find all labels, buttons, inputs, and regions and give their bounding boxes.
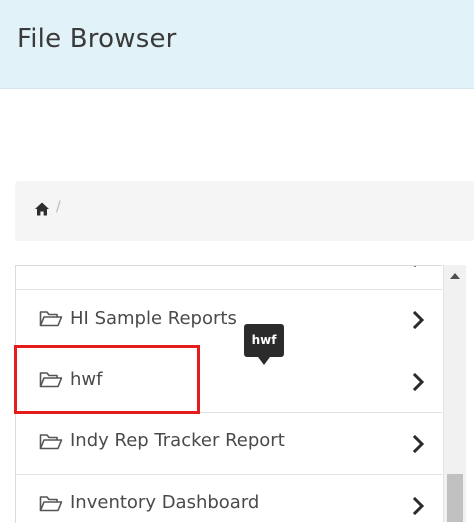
page-header: File Browser bbox=[0, 0, 474, 89]
arrow-up-icon bbox=[450, 272, 460, 279]
list-item[interactable]: Inventory Dashboard bbox=[16, 475, 442, 523]
list-item[interactable] bbox=[16, 266, 442, 290]
home-icon[interactable] bbox=[34, 201, 50, 217]
highlight-box bbox=[14, 345, 200, 414]
chevron-right-icon bbox=[412, 373, 425, 391]
chevron-right-icon bbox=[412, 497, 425, 515]
page-title: File Browser bbox=[17, 24, 177, 54]
chevron-right-icon bbox=[413, 266, 417, 267]
breadcrumb: / bbox=[15, 181, 474, 241]
vertical-scrollbar[interactable] bbox=[443, 265, 466, 522]
tooltip: hwf bbox=[244, 324, 284, 357]
scroll-up-button[interactable] bbox=[444, 265, 466, 285]
list-item-label: Indy Rep Tracker Report bbox=[70, 430, 285, 451]
breadcrumb-separator: / bbox=[56, 199, 61, 215]
list-item-label: Inventory Dashboard bbox=[70, 492, 260, 513]
scrollbar-thumb[interactable] bbox=[447, 474, 463, 522]
chevron-right-icon bbox=[412, 435, 425, 453]
list-item-label: HI Sample Reports bbox=[70, 308, 237, 329]
chevron-right-icon bbox=[412, 311, 425, 329]
folder-open-icon bbox=[39, 496, 63, 512]
folder-open-icon bbox=[39, 311, 63, 327]
list-item[interactable]: Indy Rep Tracker Report bbox=[16, 413, 442, 475]
list-item[interactable]: HI Sample Reports bbox=[16, 290, 442, 352]
tooltip-arrow bbox=[258, 357, 270, 365]
folder-open-icon bbox=[39, 434, 63, 450]
